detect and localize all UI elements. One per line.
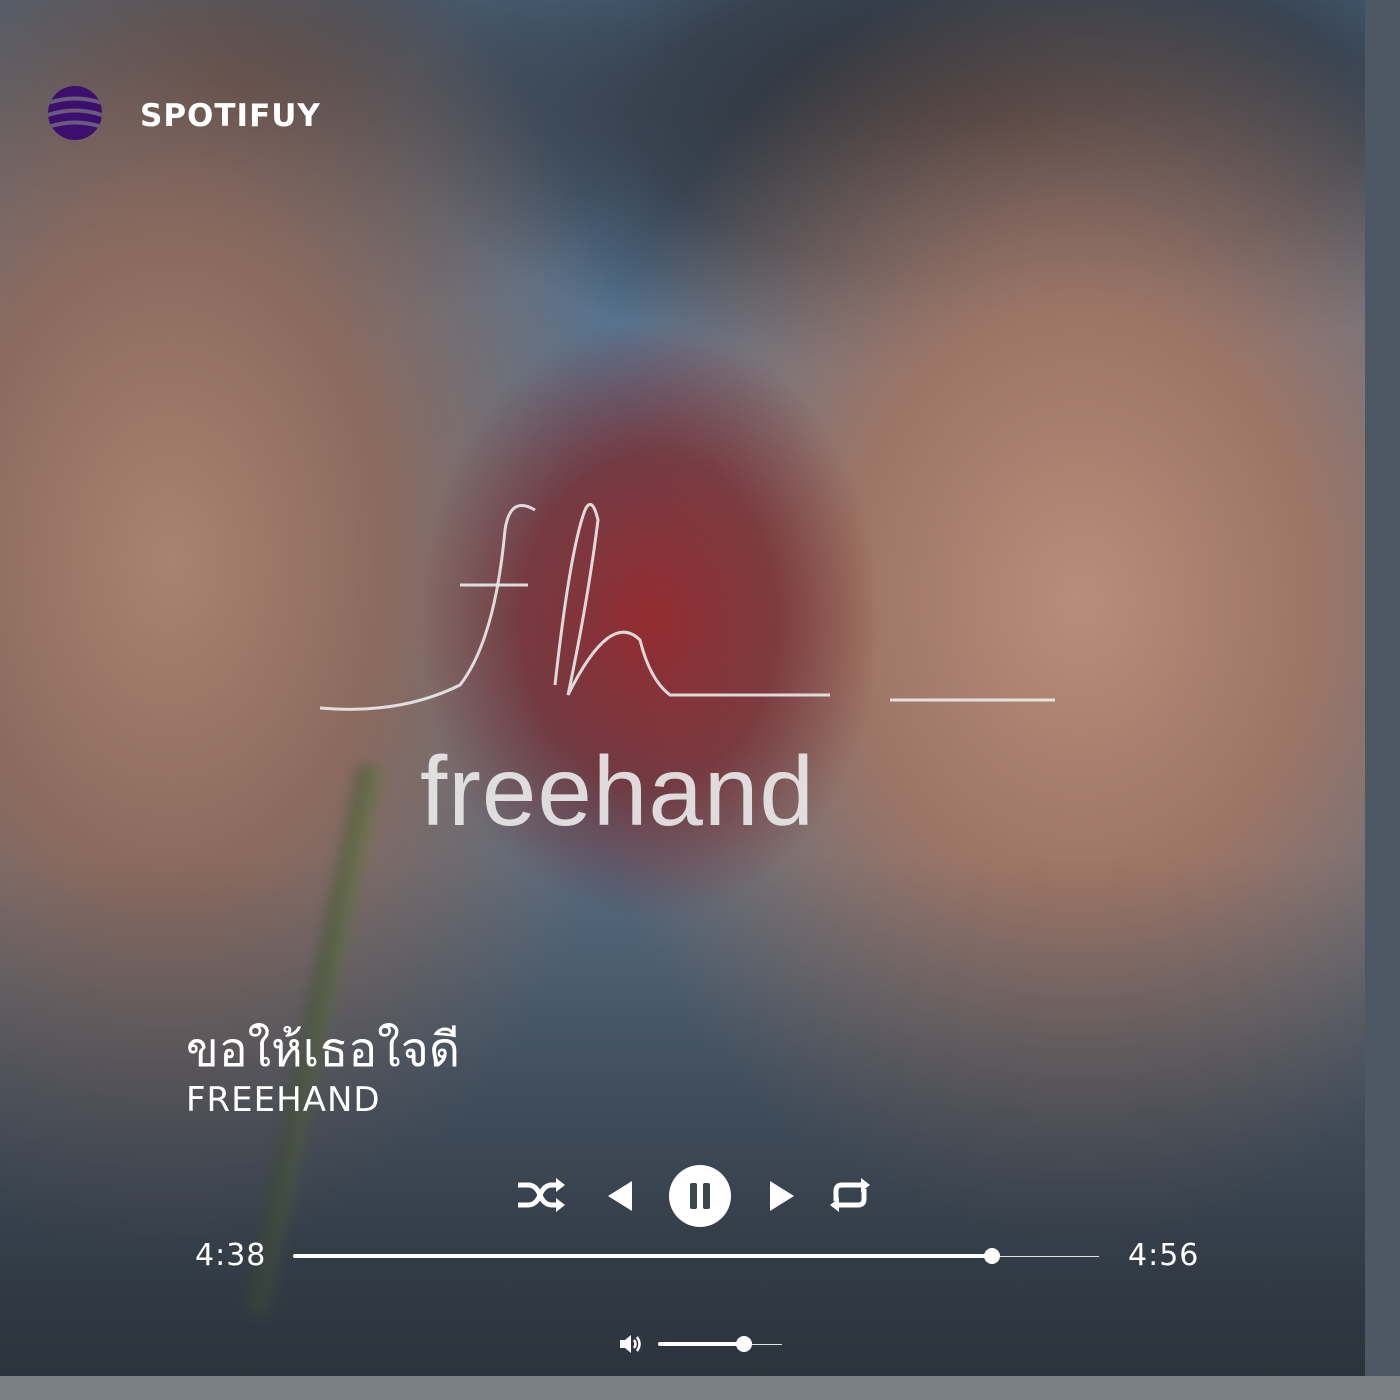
total-time: 4:56 xyxy=(1128,1238,1200,1273)
freehand-script-logo xyxy=(319,502,1055,711)
volume-fill xyxy=(658,1342,744,1346)
previous-icon[interactable] xyxy=(602,1177,636,1215)
progress-fill xyxy=(293,1254,992,1258)
app-title: SPOTIFUY xyxy=(140,98,321,134)
progress-knob[interactable] xyxy=(983,1248,1000,1264)
track-artist[interactable]: FREEHAND xyxy=(186,1080,381,1120)
repeat-icon[interactable] xyxy=(828,1175,872,1215)
striped-circle-logo-icon[interactable] xyxy=(48,86,102,140)
volume-slider[interactable] xyxy=(658,1336,782,1352)
current-time: 4:38 xyxy=(195,1238,267,1273)
freehand-wordmark: freehand xyxy=(420,736,815,846)
bottom-edge-bar xyxy=(0,1376,1400,1400)
volume-knob[interactable] xyxy=(735,1336,752,1352)
next-icon[interactable] xyxy=(766,1177,800,1215)
right-edge-strip xyxy=(1365,0,1400,1376)
progress-bar[interactable] xyxy=(293,1248,1099,1264)
pause-icon xyxy=(690,1183,710,1209)
pause-button[interactable] xyxy=(669,1165,731,1227)
volume-icon[interactable] xyxy=(617,1331,643,1357)
shuffle-icon[interactable] xyxy=(514,1175,566,1215)
track-title: ขอให้เธอใจดี xyxy=(186,1022,460,1078)
